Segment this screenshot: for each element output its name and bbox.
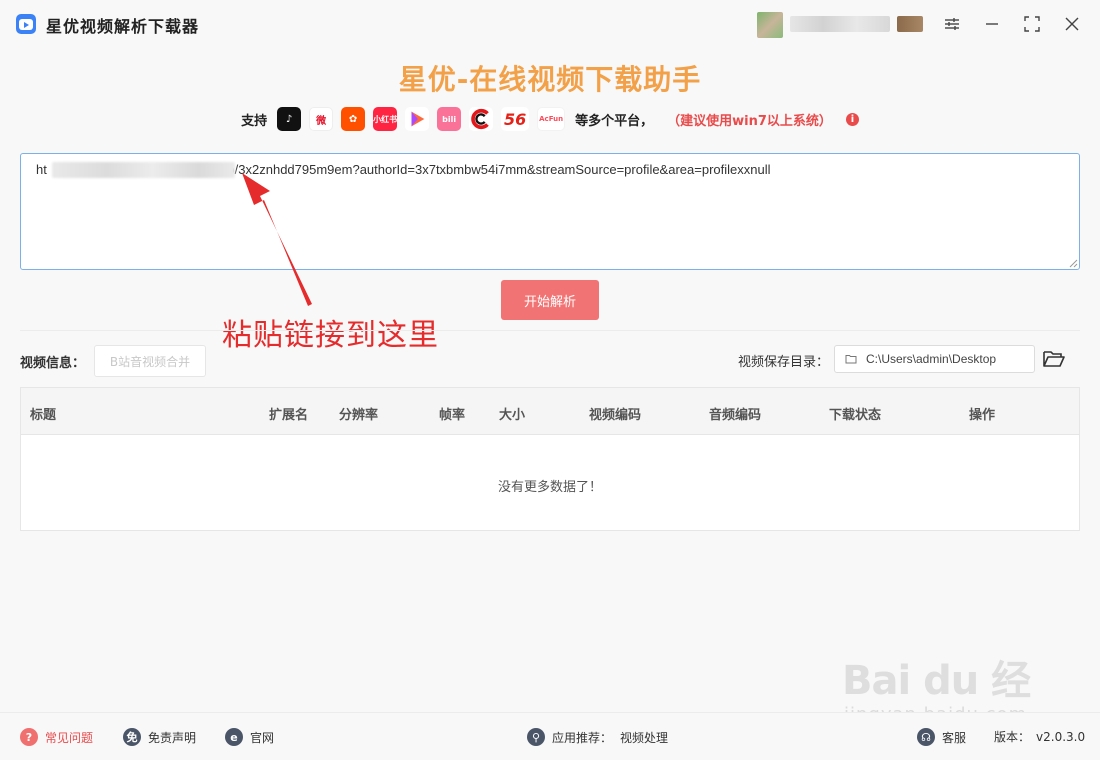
col-actions: 操作 — [969, 408, 996, 423]
folder-open-icon[interactable] — [1042, 347, 1066, 371]
douyin-icon: ♪ — [277, 107, 302, 131]
save-dir-label: 视频保存目录： — [738, 355, 830, 370]
app-recommend[interactable]: ⚲ 应用推荐： 视频处理 — [527, 728, 668, 746]
app-window: 星优视频解析下载器 星优-在线视频下载助手 支持 ♪ 微 ✿ 小红书 bili — [0, 0, 1100, 760]
question-icon: ? — [20, 728, 38, 746]
col-download-status: 下载状态 — [829, 408, 882, 423]
website-label: 官网 — [250, 730, 275, 745]
user-avatar[interactable] — [757, 12, 783, 38]
system-tip: （建议使用win7以上系统） — [667, 113, 832, 129]
disclaimer-icon: 免 — [123, 728, 141, 746]
version-label: 版本： — [994, 730, 1031, 744]
save-dir-path: C:\Users\admin\Desktop — [866, 352, 997, 366]
footer-bar: ? 常见问题 免 免责声明 e 官网 ⚲ 应用推荐： 视频处理 ☊ 客服 版本：… — [0, 712, 1100, 760]
kuaishou-icon: ✿ — [341, 107, 366, 131]
close-icon[interactable] — [1060, 12, 1084, 36]
recommend-label: 应用推荐： — [552, 730, 613, 745]
folder-icon — [845, 355, 857, 364]
multi-platform-text: 等多个平台， — [575, 113, 654, 129]
maximize-icon[interactable] — [1020, 12, 1044, 36]
version-info: 版本： v2.0.3.0 — [994, 728, 1085, 745]
col-video-codec: 视频编码 — [589, 408, 642, 423]
link-icon: ⚲ — [527, 728, 545, 746]
video-info-label: 视频信息： — [20, 356, 86, 371]
56-icon: 56 — [501, 107, 530, 131]
user-badge — [897, 16, 923, 32]
browser-icon: e — [225, 728, 243, 746]
xigua-icon — [405, 107, 430, 131]
info-icon[interactable]: i — [845, 112, 859, 126]
faq-link[interactable]: ? 常见问题 — [20, 728, 93, 746]
headset-icon: ☊ — [917, 728, 935, 746]
table-header: 标题 扩展名 分辨率 帧率 大小 视频编码 音频编码 下载状态 操作 — [21, 388, 1079, 435]
version-number: v2.0.3.0 — [1036, 730, 1086, 744]
support-label: 支持 — [241, 113, 268, 129]
col-size: 大小 — [499, 408, 526, 423]
cctv-icon — [469, 107, 494, 131]
xiaohongshu-icon: 小红书 — [373, 107, 398, 131]
page-headline: 星优-在线视频下载助手 — [398, 63, 702, 96]
col-title: 标题 — [30, 408, 57, 423]
acfun-icon: AcFun — [537, 107, 566, 131]
divider — [20, 330, 1080, 331]
empty-message: 没有更多数据了！ — [497, 480, 602, 495]
col-resolution: 分辨率 — [339, 408, 379, 423]
minimize-icon[interactable] — [980, 12, 1004, 36]
disclaimer-link[interactable]: 免 免责声明 — [123, 728, 196, 746]
bilibili-merge-button[interactable]: B站音视频合并 — [94, 345, 206, 377]
support-label: 客服 — [942, 730, 967, 745]
url-blurred-segment — [52, 162, 235, 178]
customer-service-link[interactable]: ☊ 客服 — [917, 728, 966, 746]
save-dir-field[interactable]: C:\Users\admin\Desktop — [834, 345, 1035, 373]
platform-row: 支持 ♪ 微 ✿ 小红书 bili 56 AcFun 等多个平台， （建议使用w… — [0, 104, 1100, 134]
weibo-icon: 微 — [309, 107, 334, 131]
bilibili-icon: bili — [437, 107, 462, 131]
col-audio-codec: 音频编码 — [709, 408, 762, 423]
app-title: 星优视频解析下载器 — [46, 17, 200, 36]
start-parse-button[interactable]: 开始解析 — [501, 280, 599, 320]
faq-label: 常见问题 — [45, 730, 94, 745]
disclaimer-label: 免责声明 — [148, 730, 197, 745]
recommend-value: 视频处理 — [620, 730, 669, 745]
app-logo-icon — [16, 14, 36, 34]
video-table: 标题 扩展名 分辨率 帧率 大小 视频编码 音频编码 下载状态 操作 没有更多数… — [20, 387, 1080, 531]
col-extension: 扩展名 — [269, 408, 309, 423]
settings-sliders-icon[interactable] — [940, 12, 964, 36]
col-framerate: 帧率 — [439, 408, 466, 423]
user-name-blurred — [790, 16, 890, 32]
title-bar: 星优视频解析下载器 — [0, 0, 1100, 48]
website-link[interactable]: e 官网 — [225, 728, 274, 746]
resize-grip-icon[interactable] — [1068, 258, 1078, 268]
annotation-text: 粘贴链接到这里 — [222, 318, 439, 353]
